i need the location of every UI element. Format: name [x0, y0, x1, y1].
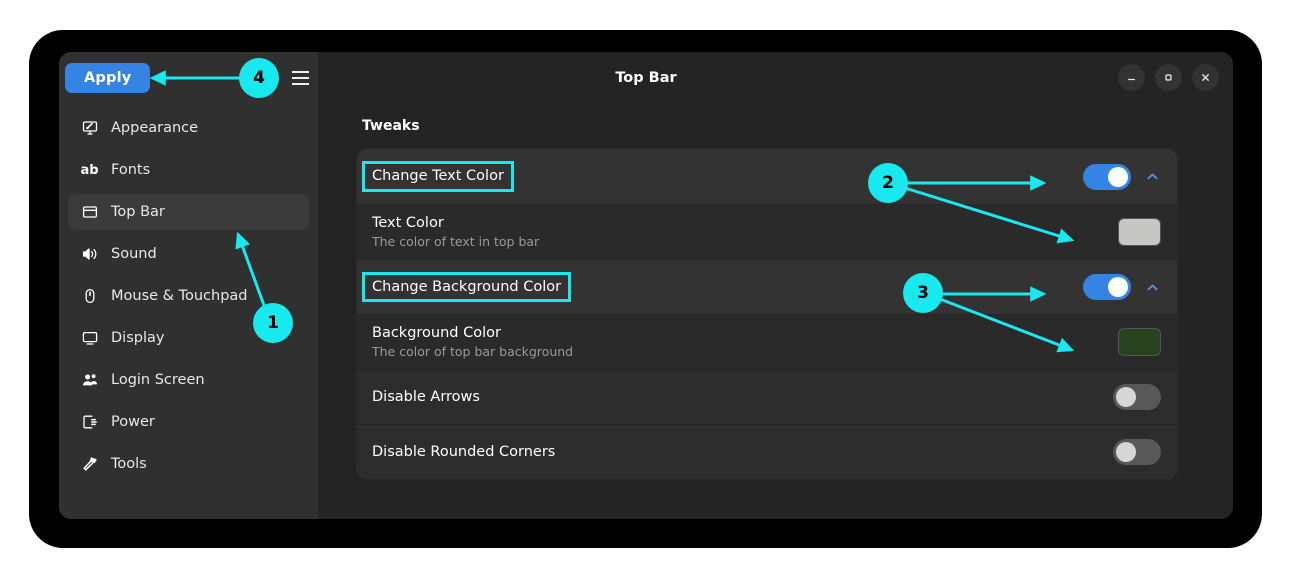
sidebar-item-label: Login Screen [111, 373, 205, 388]
apply-button[interactable]: Apply [65, 63, 150, 93]
row-text: Background Color The color of top bar ba… [372, 325, 573, 359]
tweaks-list: Change Text Color [356, 148, 1178, 480]
sidebar-item-appearance[interactable]: Appearance [68, 110, 309, 146]
sidebar-item-label: Appearance [111, 121, 198, 136]
power-icon [81, 414, 98, 431]
sidebar-item-label: Mouse & Touchpad [111, 289, 247, 304]
toggle-knob [1116, 442, 1136, 462]
row-controls [1083, 164, 1161, 190]
sidebar-item-power[interactable]: Power [68, 404, 309, 440]
row-background-color[interactable]: Background Color The color of top bar ba… [357, 314, 1177, 369]
sidebar-item-list: Appearance ab Fonts Top Bar [59, 104, 318, 488]
chevron-up-icon[interactable] [1143, 278, 1161, 296]
titlebar: Top Bar [318, 52, 1233, 104]
sidebar-item-label: Top Bar [111, 205, 165, 220]
row-controls [1113, 439, 1161, 465]
sidebar-item-label: Fonts [111, 163, 150, 178]
color-swatch-text[interactable] [1118, 218, 1161, 246]
tools-icon [81, 456, 98, 473]
display-icon [81, 330, 98, 347]
annotation-badge-3: 3 [903, 273, 943, 313]
application-window: Apply Appearance ab Fonts [59, 52, 1233, 519]
row-title: Background Color [372, 325, 573, 342]
row-text: Disable Rounded Corners [372, 444, 555, 461]
hamburger-icon[interactable] [287, 65, 313, 91]
toggle-disable-rounded-corners[interactable] [1113, 439, 1161, 465]
annotation-badge-4: 4 [239, 58, 279, 98]
toggle-change-background-color[interactable] [1083, 274, 1131, 300]
row-title: Disable Rounded Corners [372, 444, 555, 461]
sidebar-item-label: Display [111, 331, 164, 346]
close-icon[interactable] [1192, 64, 1219, 91]
preferences-panel: Tweaks Change Text Color [318, 118, 1233, 480]
row-disable-arrows[interactable]: Disable Arrows [357, 369, 1177, 424]
toggle-knob [1108, 277, 1128, 297]
sidebar-item-login-screen[interactable]: Login Screen [68, 362, 309, 398]
chevron-up-icon[interactable] [1143, 168, 1161, 186]
row-change-background-color[interactable]: Change Background Color [357, 259, 1177, 314]
row-disable-rounded-corners[interactable]: Disable Rounded Corners [357, 424, 1177, 479]
sound-icon [81, 246, 98, 263]
row-subtitle: The color of text in top bar [372, 235, 539, 249]
row-title: Disable Arrows [372, 389, 480, 406]
annotation-badge-1: 1 [253, 303, 293, 343]
toggle-knob [1108, 167, 1128, 187]
color-swatch-background[interactable] [1118, 328, 1161, 356]
minimize-icon[interactable] [1118, 64, 1145, 91]
fonts-icon: ab [81, 162, 98, 179]
toggle-disable-arrows[interactable] [1113, 384, 1161, 410]
sidebar-item-fonts[interactable]: ab Fonts [68, 152, 309, 188]
sidebar-item-label: Power [111, 415, 155, 430]
sidebar: Apply Appearance ab Fonts [59, 52, 318, 519]
sidebar-item-tools[interactable]: Tools [68, 446, 309, 482]
sidebar-item-label: Sound [111, 247, 157, 262]
sidebar-item-sound[interactable]: Sound [68, 236, 309, 272]
row-controls [1118, 218, 1161, 246]
row-title: Change Text Color [365, 164, 511, 189]
annotation-badge-2: 2 [868, 163, 908, 203]
content-area: Top Bar Tw [318, 52, 1233, 519]
row-text-color[interactable]: Text Color The color of text in top bar [357, 204, 1177, 259]
row-controls [1118, 328, 1161, 356]
row-text: Text Color The color of text in top bar [372, 215, 539, 249]
topbar-icon [81, 204, 98, 221]
login-icon [81, 372, 98, 389]
row-controls [1113, 384, 1161, 410]
sidebar-item-label: Tools [111, 457, 147, 472]
mouse-icon [81, 288, 98, 305]
maximize-icon[interactable] [1155, 64, 1182, 91]
sidebar-header: Apply [59, 52, 318, 104]
window-controls [1118, 64, 1219, 91]
sidebar-item-top-bar[interactable]: Top Bar [68, 194, 309, 230]
row-text: Disable Arrows [372, 389, 480, 406]
toggle-change-text-color[interactable] [1083, 164, 1131, 190]
toggle-knob [1116, 387, 1136, 407]
row-text: Change Background Color [372, 279, 561, 296]
row-title: Change Background Color [365, 275, 568, 300]
row-text: Change Text Color [372, 168, 504, 185]
row-title: Text Color [372, 215, 539, 232]
row-change-text-color[interactable]: Change Text Color [357, 149, 1177, 204]
row-subtitle: The color of top bar background [372, 345, 573, 359]
row-controls [1083, 274, 1161, 300]
section-title: Tweaks [362, 118, 1178, 134]
appearance-icon [81, 120, 98, 137]
